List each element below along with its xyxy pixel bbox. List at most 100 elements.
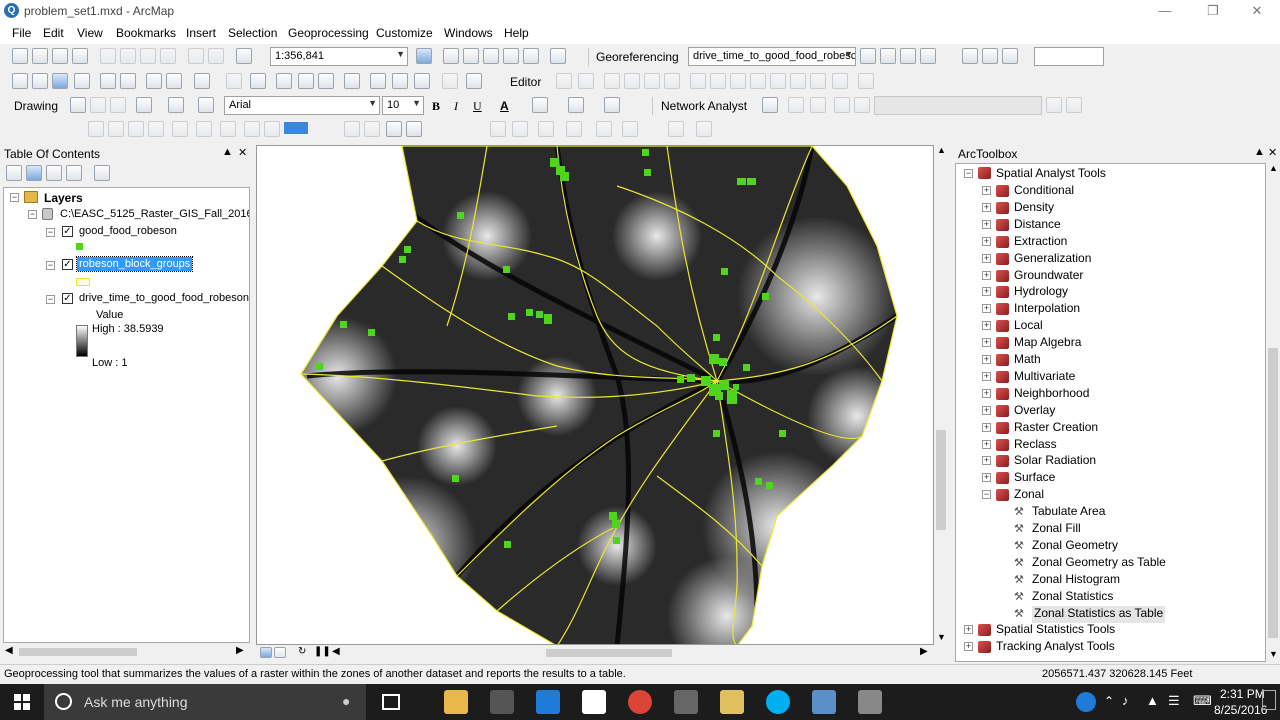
pan-icon[interactable]	[52, 73, 68, 89]
undo-icon[interactable]	[188, 48, 204, 64]
select-elements-icon[interactable]	[250, 73, 266, 89]
layout-fixed-zoom-icon[interactable]	[172, 121, 188, 137]
scroll-right-icon[interactable]: ▶	[236, 645, 244, 656]
font-name-combo[interactable]: Arial ▼	[224, 96, 380, 115]
shift-icon[interactable]	[920, 48, 936, 64]
map-canvas[interactable]	[257, 146, 934, 645]
create-features-icon[interactable]	[832, 73, 848, 89]
layout-back-icon[interactable]	[196, 121, 212, 137]
expand-icon[interactable]: −	[982, 490, 991, 500]
menu-geoprocessing[interactable]: Geoprocessing	[288, 26, 369, 40]
cut-icon[interactable]	[100, 48, 116, 64]
drawing-menu[interactable]: Drawing	[14, 99, 58, 113]
select-arrow-icon[interactable]	[70, 97, 86, 113]
menu-bookmarks[interactable]: Bookmarks	[116, 26, 176, 40]
amazon-icon[interactable]	[582, 690, 606, 714]
rotation-field[interactable]	[1034, 47, 1104, 66]
layout-zoom-in-icon[interactable]	[88, 121, 104, 137]
georef-link-icon[interactable]	[696, 121, 712, 137]
chrome-icon[interactable]	[628, 690, 652, 714]
select-network-location-icon[interactable]	[810, 97, 826, 113]
new-text-icon[interactable]	[168, 97, 184, 113]
toolset-item[interactable]: Groundwater	[1014, 268, 1083, 285]
expand-icon[interactable]: +	[982, 186, 991, 195]
toolset-item[interactable]: Surface	[1014, 470, 1055, 487]
sketch-properties-icon[interactable]	[810, 73, 826, 89]
solve-icon[interactable]	[834, 97, 850, 113]
tool-item[interactable]: Zonal Fill	[1032, 521, 1081, 538]
collapse-icon[interactable]: −	[964, 169, 973, 178]
layer-visibility-checkbox[interactable]: ✓	[62, 259, 73, 270]
georef-pan-icon[interactable]	[668, 121, 684, 137]
italic-button[interactable]: I	[454, 99, 458, 114]
print-icon[interactable]	[72, 48, 88, 64]
scroll-left-icon[interactable]: ◀	[332, 646, 340, 657]
expand-icon[interactable]: +	[982, 321, 991, 331]
expand-icon[interactable]: +	[964, 642, 973, 652]
network-layer-combo[interactable]	[874, 96, 1042, 115]
layer-robeson-block-groups[interactable]: robeson_block_groups	[75, 256, 194, 272]
catalog-window-icon[interactable]	[463, 48, 479, 64]
collapse-icon[interactable]: −	[46, 228, 55, 237]
toolset-item[interactable]: Interpolation	[1014, 301, 1080, 318]
georef-erase-icon[interactable]	[512, 121, 528, 137]
select-features-icon[interactable]	[194, 73, 210, 89]
layer-visibility-checkbox[interactable]: ✓	[62, 226, 73, 237]
file-explorer-icon[interactable]	[444, 690, 468, 714]
expand-icon[interactable]: +	[982, 270, 991, 280]
save-icon[interactable]	[52, 48, 68, 64]
menu-windows[interactable]: Windows	[444, 26, 493, 40]
go-to-xy-icon[interactable]	[414, 73, 430, 89]
layout-focus-icon[interactable]	[264, 121, 280, 137]
expand-icon[interactable]: +	[964, 625, 973, 635]
toc-window-icon[interactable]	[443, 48, 459, 64]
georef-width-icon[interactable]	[596, 121, 612, 137]
microphone-icon[interactable]: ●	[342, 693, 350, 709]
add-data-icon[interactable]	[236, 48, 252, 64]
menu-selection[interactable]: Selection	[228, 26, 277, 40]
scroll-up-icon[interactable]: ▲	[937, 145, 946, 155]
find-route-icon[interactable]	[392, 73, 408, 89]
clock-date[interactable]: 8/25/2016	[1214, 703, 1267, 717]
tray-chevron-icon[interactable]: ⌃	[1104, 694, 1114, 708]
layer-visibility-checkbox[interactable]: ✓	[62, 293, 73, 304]
redo-icon[interactable]	[208, 48, 224, 64]
hyperlink-icon[interactable]	[298, 73, 314, 89]
raster-gradient-ramp[interactable]	[76, 325, 88, 357]
add-control-points-icon[interactable]	[860, 48, 876, 64]
cortana-search-box[interactable]: Ask me anything ●	[44, 684, 366, 720]
georef-line-icon[interactable]	[566, 121, 582, 137]
layout-zoom-100-icon[interactable]	[244, 121, 260, 137]
toolset-item[interactable]: Neighborhood	[1014, 386, 1089, 403]
arcmap-taskbar-icon[interactable]	[812, 690, 836, 714]
directions-icon[interactable]	[854, 97, 870, 113]
toolset-item[interactable]: Reclass	[1014, 437, 1057, 454]
marker-color-icon[interactable]	[604, 97, 620, 113]
zoom-out-icon[interactable]	[32, 73, 48, 89]
pin-icon[interactable]: ▲	[222, 146, 233, 158]
expand-icon[interactable]: +	[982, 304, 991, 314]
toc-hscrollbar[interactable]: ◀ ▶	[3, 645, 250, 659]
georeference-layer-combo[interactable]: drive_time_to_good_food_robesc ▼	[688, 47, 856, 66]
map-hscrollbar[interactable]: ↻ ❚❚ ◀ ▶	[256, 646, 948, 660]
toolset-item[interactable]: Hydrology	[1014, 284, 1068, 301]
toolset-item[interactable]: Distance	[1014, 217, 1061, 234]
edit-tool-icon[interactable]	[556, 73, 572, 89]
tool-item[interactable]: Zonal Statistics	[1032, 589, 1113, 606]
menu-edit[interactable]: Edit	[43, 26, 64, 40]
identify-icon[interactable]	[276, 73, 292, 89]
expand-icon[interactable]: +	[982, 439, 991, 449]
toolbox-spatial-analyst[interactable]: Spatial Analyst Tools	[996, 166, 1106, 183]
arctoolbox-scroll-thumb[interactable]	[1268, 348, 1278, 638]
toolset-item[interactable]: Multivariate	[1014, 369, 1075, 386]
refresh-icon[interactable]: ↻	[298, 646, 306, 657]
expand-icon[interactable]: +	[982, 253, 991, 263]
trace-icon[interactable]	[644, 73, 660, 89]
map-hscroll-thumb[interactable]	[546, 649, 672, 657]
toolset-item[interactable]: Zonal	[1014, 487, 1044, 504]
expand-icon[interactable]: +	[982, 456, 991, 466]
edit-vertices-draw-icon[interactable]	[198, 97, 214, 113]
speaker-icon[interactable]: ♪	[1122, 693, 1129, 708]
list-by-drawing-order-icon[interactable]	[6, 165, 22, 181]
toolset-item[interactable]: Generalization	[1014, 251, 1091, 268]
